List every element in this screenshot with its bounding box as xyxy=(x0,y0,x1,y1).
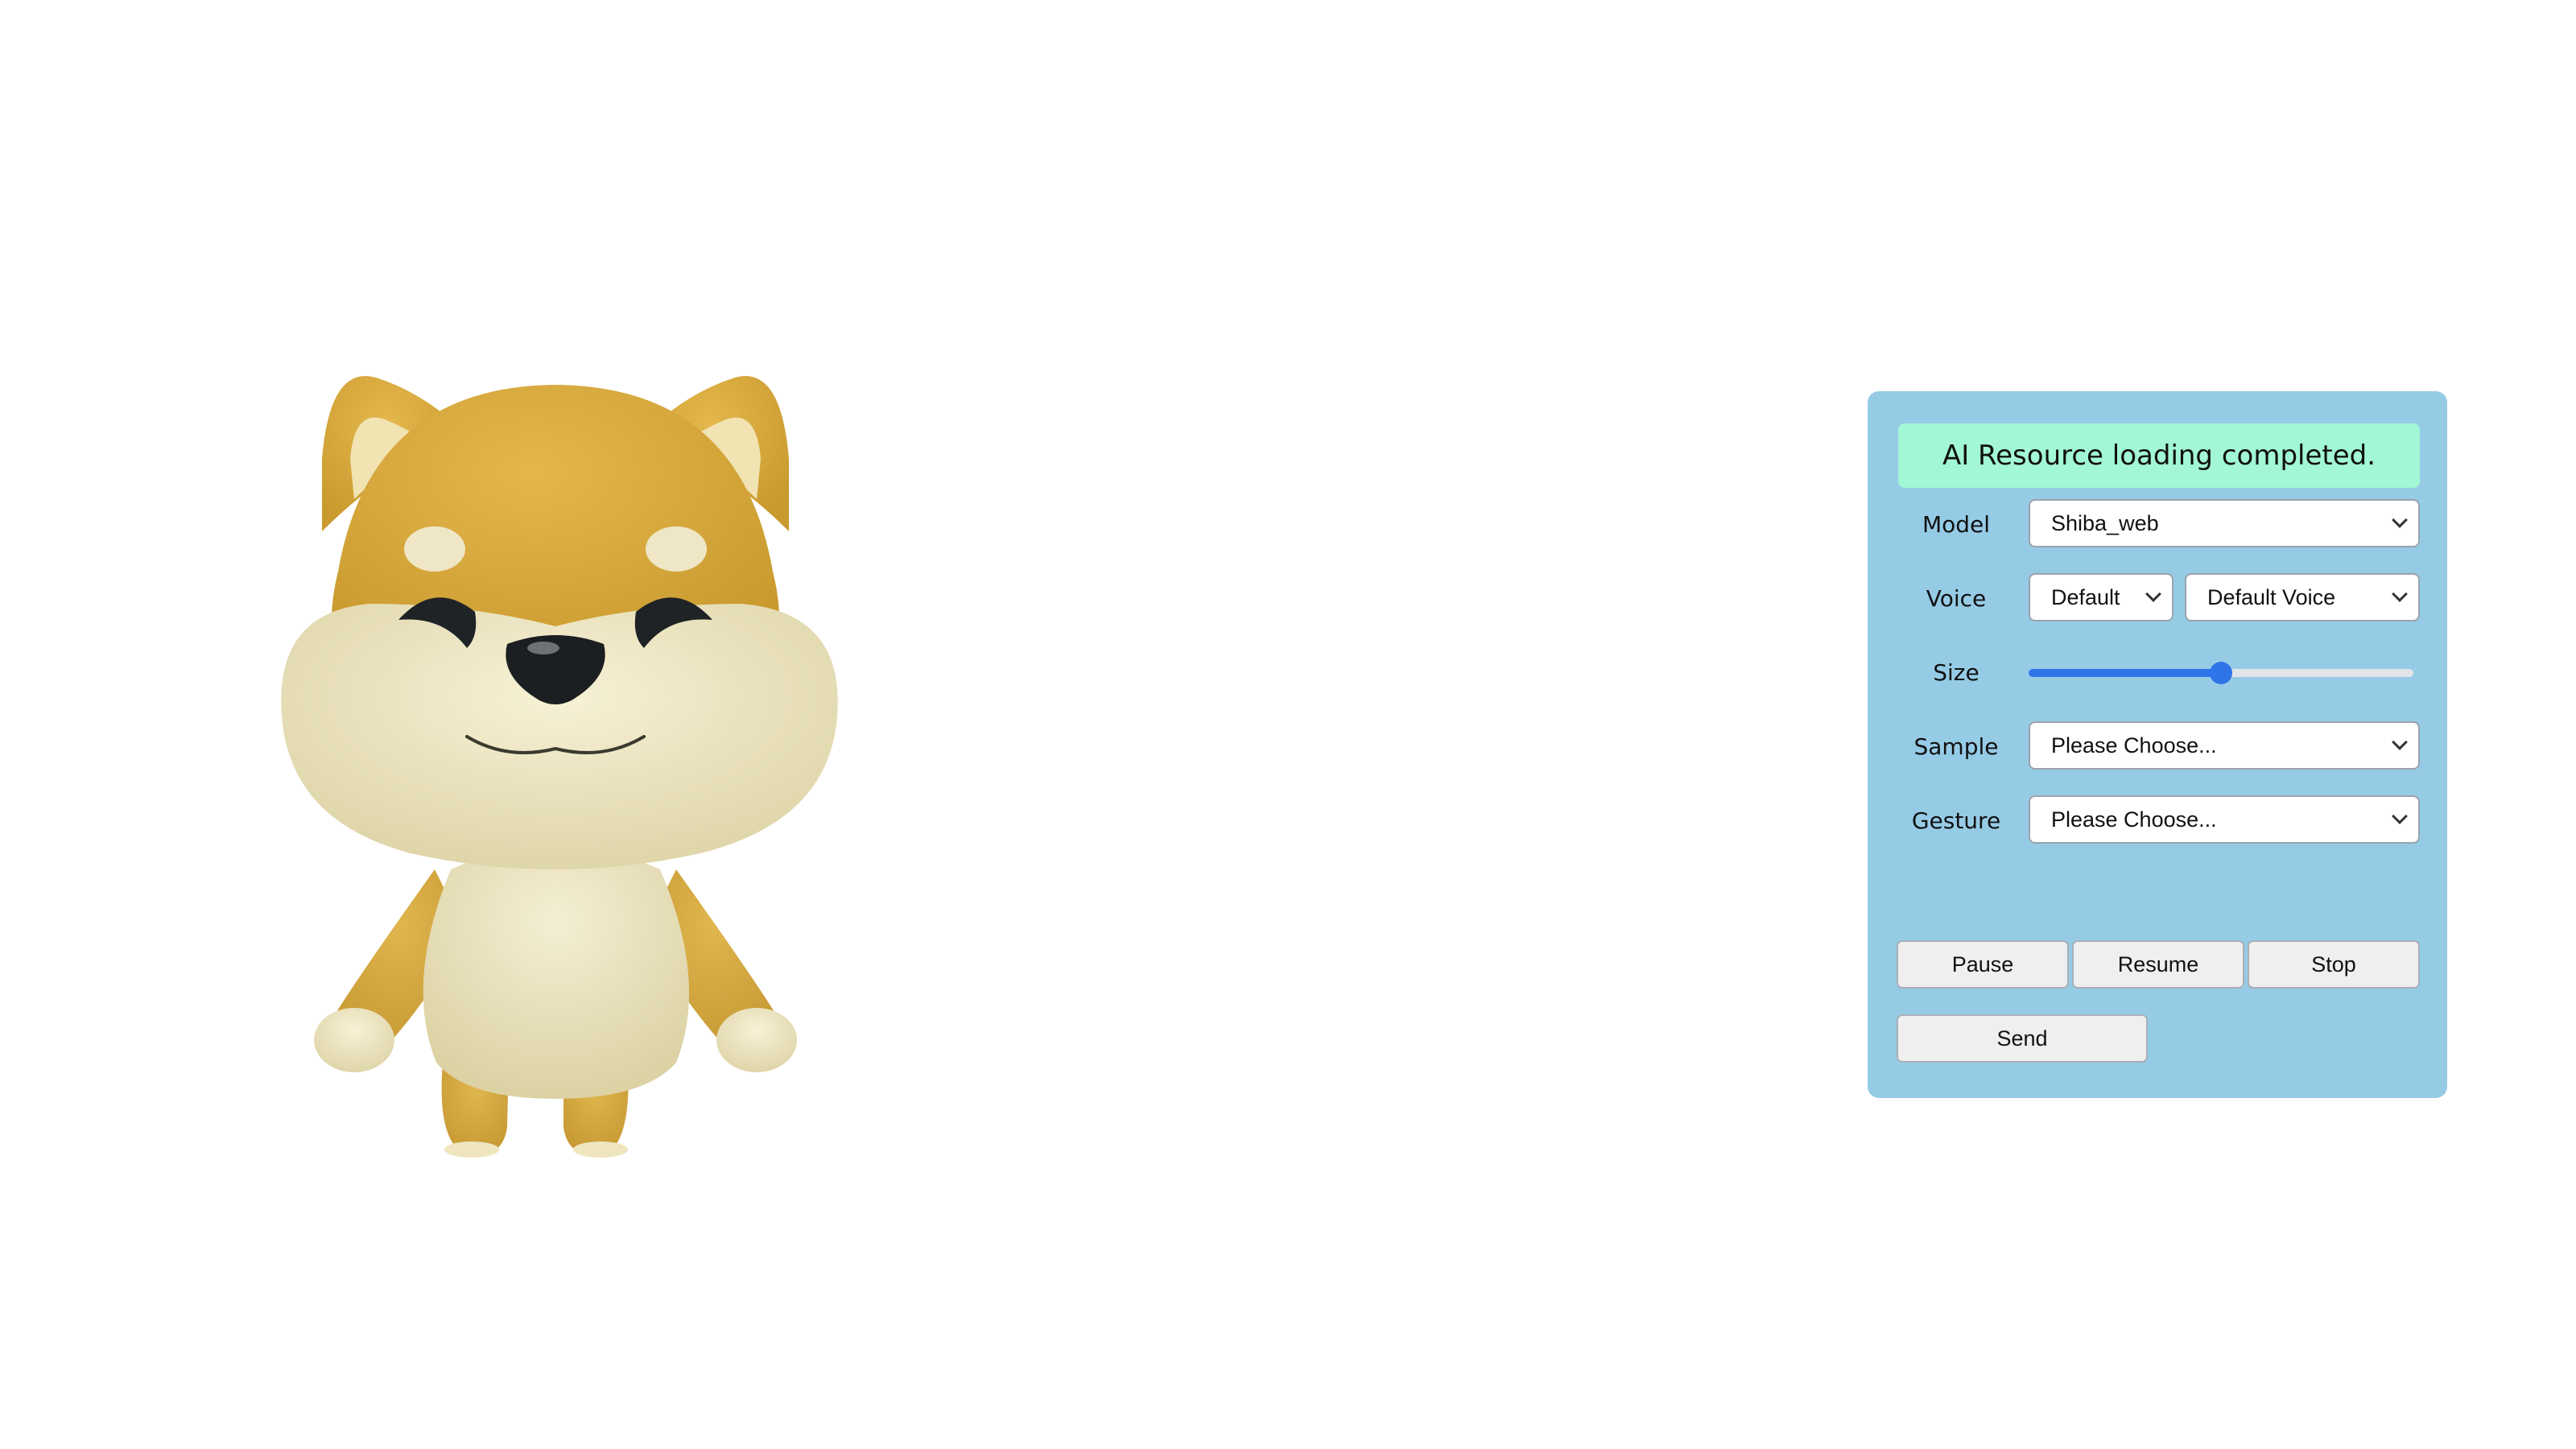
gesture-label: Gesture xyxy=(1911,807,2001,834)
voice-type-value: Default xyxy=(2051,584,2120,609)
size-slider-thumb[interactable] xyxy=(2210,662,2232,684)
gesture-select-value: Please Choose... xyxy=(2051,807,2217,832)
send-button[interactable]: Send xyxy=(1897,1014,2148,1063)
sample-row: Sample Please Choose... xyxy=(1898,721,2420,771)
model-select[interactable]: Shiba_web xyxy=(2029,499,2420,547)
model-label: Model xyxy=(1922,510,1991,538)
chevron-down-icon xyxy=(2392,734,2408,750)
voice-select[interactable]: Default Voice xyxy=(2185,573,2420,621)
control-panel: AI Resource loading completed. Model Shi… xyxy=(1868,391,2447,1098)
resume-button[interactable]: Resume xyxy=(2072,940,2244,989)
model-select-value: Shiba_web xyxy=(2051,510,2159,535)
sample-select[interactable]: Please Choose... xyxy=(2029,721,2420,770)
voice-select-value: Default Voice xyxy=(2207,584,2336,609)
gesture-row: Gesture Please Choose... xyxy=(1898,795,2420,845)
size-slider[interactable] xyxy=(2029,662,2413,684)
page: AI Resource loading completed. Model Shi… xyxy=(0,0,2576,1449)
gesture-select[interactable]: Please Choose... xyxy=(2029,795,2420,844)
shiba-dog-icon xyxy=(281,376,838,1158)
voice-label: Voice xyxy=(1926,584,1987,612)
voice-type-select[interactable]: Default xyxy=(2029,573,2174,621)
model-row: Model Shiba_web xyxy=(1898,499,2420,549)
size-row: Size xyxy=(1898,647,2420,697)
chevron-down-icon xyxy=(2145,586,2161,602)
chevron-down-icon xyxy=(2392,512,2408,528)
sample-select-value: Please Choose... xyxy=(2051,733,2217,758)
shiba-avatar xyxy=(225,370,918,1208)
sample-label: Sample xyxy=(1913,733,1999,760)
chevron-down-icon xyxy=(2392,586,2408,602)
chevron-down-icon xyxy=(2392,808,2408,824)
status-message: AI Resource loading completed. xyxy=(1898,423,2420,488)
stop-button[interactable]: Stop xyxy=(2248,940,2420,989)
size-label: Size xyxy=(1933,658,1979,686)
pause-button[interactable]: Pause xyxy=(1897,940,2069,989)
voice-row: Voice Default Default Voice xyxy=(1898,573,2420,623)
size-slider-fill xyxy=(2029,669,2221,677)
